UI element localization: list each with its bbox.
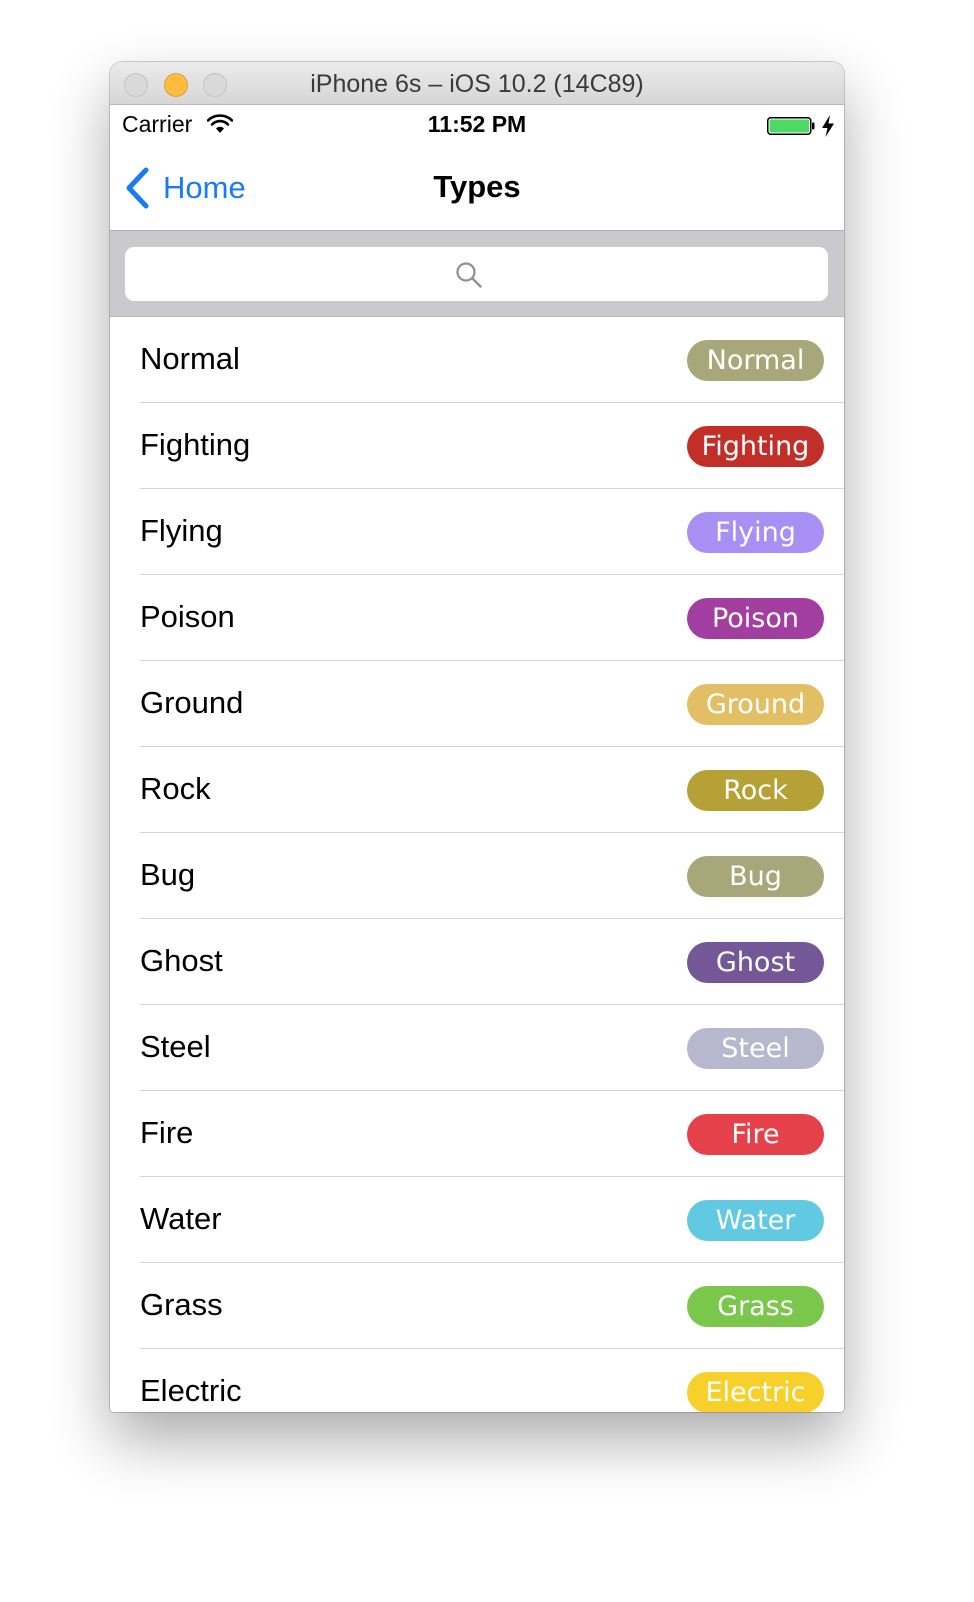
type-row[interactable]: Water Water	[110, 1177, 844, 1263]
type-name-label: Grass	[140, 1287, 223, 1322]
type-badge: Ground	[687, 684, 824, 725]
type-name-label: Water	[140, 1201, 222, 1236]
simulator-window: iPhone 6s – iOS 10.2 (14C89) Carrier 11:…	[110, 62, 844, 1412]
status-bar: Carrier 11:52 PM	[110, 105, 844, 145]
type-row[interactable]: Flying Flying	[110, 489, 844, 575]
type-badge: Electric	[687, 1372, 824, 1412]
type-row[interactable]: Fire Fire	[110, 1091, 844, 1177]
type-row[interactable]: Steel Steel	[110, 1005, 844, 1091]
device-screen: Carrier 11:52 PM Home Types Normal Norma…	[110, 105, 844, 1412]
search-input[interactable]	[125, 247, 828, 301]
type-name-label: Flying	[140, 513, 223, 548]
status-time: 11:52 PM	[427, 111, 527, 137]
type-row[interactable]: Poison Poison	[110, 575, 844, 661]
type-row[interactable]: Normal Normal	[110, 317, 844, 403]
charging-bolt-icon	[822, 115, 834, 137]
type-list: Normal Normal Fighting Fighting Flying Flying…	[110, 317, 844, 1412]
type-badge: Steel	[687, 1028, 824, 1069]
window-titlebar: iPhone 6s – iOS 10.2 (14C89)	[110, 62, 844, 105]
battery-icon	[767, 117, 815, 135]
type-name-label: Steel	[140, 1029, 211, 1064]
type-row[interactable]: Fighting Fighting	[110, 403, 844, 489]
navigation-bar: Home Types	[110, 145, 844, 231]
type-name-label: Fire	[140, 1115, 194, 1150]
type-name-label: Ghost	[140, 943, 223, 978]
type-row[interactable]: Grass Grass	[110, 1263, 844, 1349]
type-badge: Normal	[687, 340, 824, 381]
type-row[interactable]: Rock Rock	[110, 747, 844, 833]
type-row[interactable]: Ghost Ghost	[110, 919, 844, 1005]
type-badge: Water	[687, 1200, 824, 1241]
type-name-label: Fighting	[140, 427, 251, 462]
type-badge: Rock	[687, 770, 824, 811]
type-row[interactable]: Bug Bug	[110, 833, 844, 919]
search-bar	[110, 231, 844, 317]
type-row[interactable]: Electric Electric	[110, 1349, 844, 1412]
type-badge: Bug	[687, 856, 824, 897]
type-badge: Poison	[687, 598, 824, 639]
type-badge: Fire	[687, 1114, 824, 1155]
type-badge: Ghost	[687, 942, 824, 983]
type-name-label: Poison	[140, 599, 235, 634]
window-title: iPhone 6s – iOS 10.2 (14C89)	[310, 70, 644, 98]
type-name-label: Normal	[140, 341, 240, 376]
type-row[interactable]: Ground Ground	[110, 661, 844, 747]
type-badge: Flying	[687, 512, 824, 553]
type-badge: Grass	[687, 1286, 824, 1327]
page-title: Types	[433, 169, 521, 204]
type-name-label: Electric	[140, 1373, 242, 1408]
type-name-label: Ground	[140, 685, 244, 720]
type-name-label: Bug	[140, 857, 196, 892]
type-name-label: Rock	[140, 771, 211, 806]
type-badge: Fighting	[687, 426, 824, 467]
